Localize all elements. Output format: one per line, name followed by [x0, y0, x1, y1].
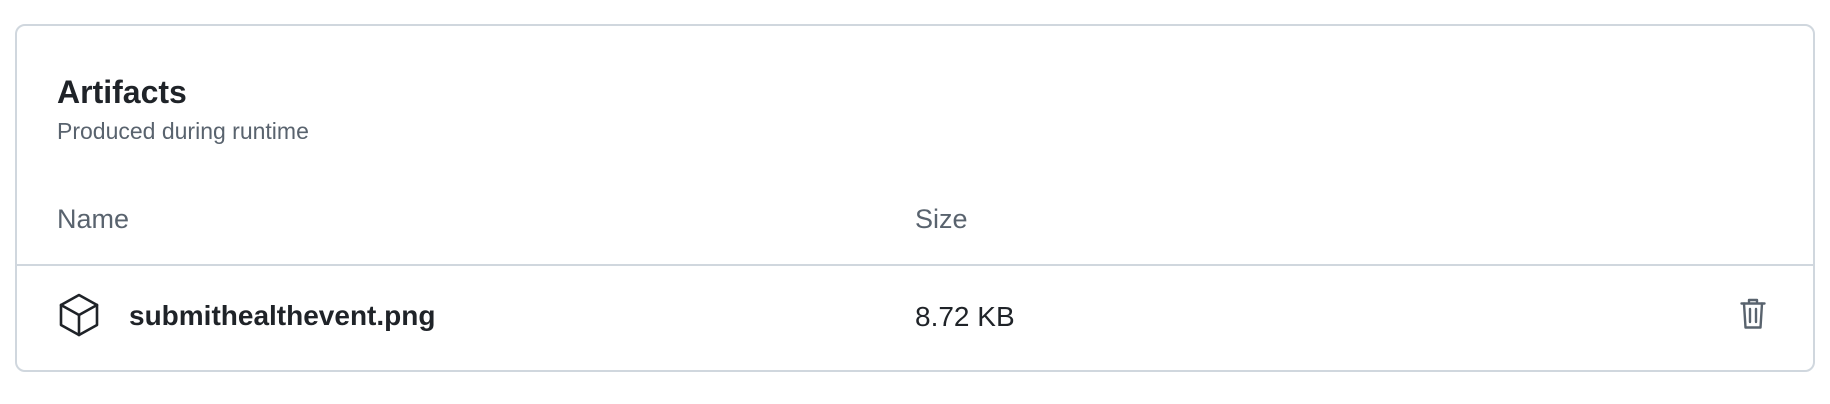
trash-icon — [1740, 298, 1766, 335]
panel-header: Artifacts Produced during runtime — [57, 72, 309, 146]
panel-subtitle: Produced during runtime — [57, 118, 309, 144]
artifact-name-link[interactable]: submithealthevent.png — [129, 298, 435, 334]
column-header-size: Size — [915, 204, 968, 234]
table-row: submithealthevent.png 8.72 KB — [17, 266, 1813, 372]
artifacts-panel: Artifacts Produced during runtime Name S… — [15, 24, 1815, 372]
delete-artifact-button[interactable] — [1731, 294, 1775, 338]
column-header-name: Name — [57, 204, 130, 234]
artifact-size: 8.72 KB — [915, 301, 1015, 332]
panel-title: Artifacts — [57, 74, 187, 110]
package-icon — [57, 292, 101, 338]
